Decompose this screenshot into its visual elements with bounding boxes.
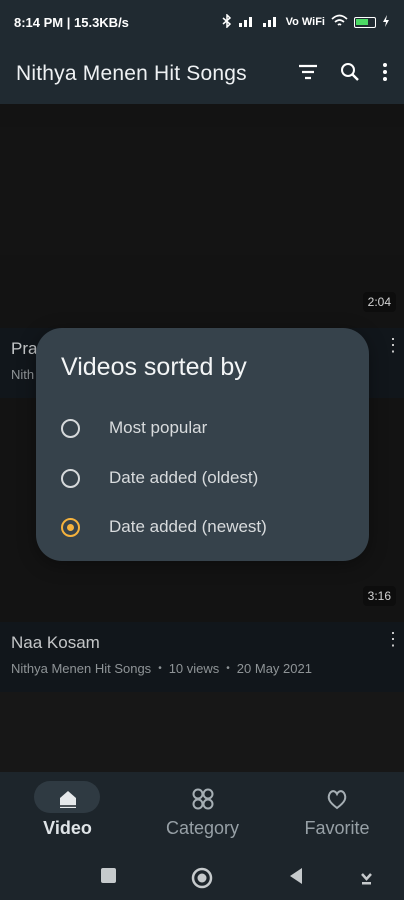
option-label: Most popular — [109, 418, 208, 437]
grid-icon — [192, 788, 213, 810]
sort-option-date-oldest[interactable]: Date added (oldest) — [61, 461, 346, 495]
wifi-icon — [331, 14, 348, 30]
tab-video[interactable]: Video — [0, 772, 135, 852]
more-vert-icon[interactable]: ⋮ — [384, 630, 402, 656]
more-vert-icon[interactable]: ⋮ — [384, 336, 402, 362]
duration-badge: 2:04 — [362, 292, 396, 312]
signal-icon-2 — [262, 15, 280, 30]
page-title: Nithya Menen Hit Songs — [16, 62, 247, 85]
recent-apps-icon[interactable] — [100, 867, 117, 884]
tab-category[interactable]: Category — [135, 772, 270, 852]
status-bar: 8:14 PM | 15.3KB/s Vo WiFi — [0, 0, 404, 44]
status-time-speed: 8:14 PM | 15.3KB/s — [14, 14, 129, 30]
bluetooth-icon — [222, 12, 232, 31]
video-title: Pra — [11, 339, 38, 358]
status-icons: Vo WiFi — [222, 12, 390, 31]
search-icon[interactable] — [340, 62, 360, 87]
heart-icon — [327, 790, 347, 810]
sort-option-date-newest[interactable]: Date added (newest) — [61, 510, 346, 544]
separator-dot: • — [158, 663, 162, 674]
charging-icon — [382, 14, 390, 30]
radio-unchecked-icon[interactable] — [61, 468, 80, 488]
upload-date: 20 May 2021 — [236, 661, 312, 676]
signal-icon — [238, 15, 256, 30]
system-navigation-bar — [0, 852, 404, 900]
tab-label-category: Category — [165, 818, 240, 838]
sort-option-most-popular[interactable]: Most popular — [61, 411, 346, 445]
drawer-icon[interactable] — [359, 867, 374, 887]
sort-icon[interactable] — [298, 63, 318, 86]
channel-name: Nithya Menen Hit Songs — [11, 661, 152, 676]
option-label: Date added (oldest) — [109, 468, 259, 487]
channel-name: Nith — [11, 367, 35, 382]
option-label: Date added (newest) — [109, 517, 267, 536]
tab-label-video: Video — [43, 818, 92, 838]
back-icon[interactable] — [287, 867, 305, 885]
tab-label-favorite: Favorite — [304, 818, 370, 838]
battery-icon — [354, 16, 376, 28]
separator-dot: • — [226, 663, 230, 674]
video-meta: Nithya Menen Hit Songs • 10 views • 20 M… — [11, 661, 312, 676]
sort-dialog: Videos sorted by Most popular Date added… — [36, 328, 369, 561]
bottom-navigation: Video Category Favorite — [0, 772, 404, 852]
video-thumbnail[interactable]: 2:04 — [0, 104, 404, 328]
dialog-title: Videos sorted by — [61, 353, 247, 381]
more-vert-icon[interactable] — [382, 62, 388, 87]
video-title: Naa Kosam — [11, 633, 100, 652]
video-meta: Nith — [11, 367, 34, 382]
home-icon — [59, 791, 76, 808]
duration-badge: 3:16 — [362, 586, 396, 606]
radio-unchecked-icon[interactable] — [61, 418, 80, 438]
home-circle-icon[interactable] — [191, 867, 213, 889]
view-count: 10 views — [168, 661, 220, 676]
radio-checked-icon[interactable] — [61, 517, 80, 537]
tab-favorite[interactable]: Favorite — [270, 772, 404, 852]
app-bar: Nithya Menen Hit Songs — [0, 44, 404, 104]
vowifi-label: Vo WiFi — [285, 16, 325, 28]
video-info[interactable]: Naa Kosam Nithya Menen Hit Songs • 10 vi… — [0, 622, 404, 692]
